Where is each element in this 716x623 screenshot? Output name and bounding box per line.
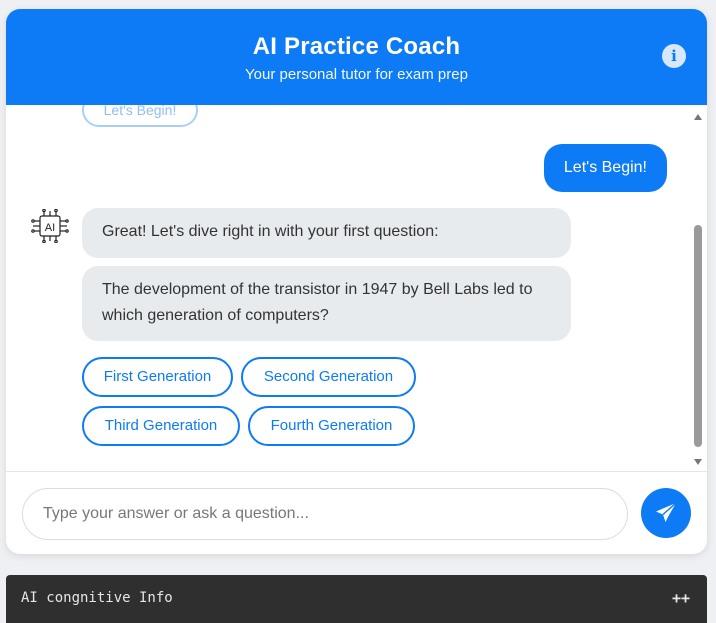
option-second-generation[interactable]: Second Generation — [241, 357, 416, 397]
cognitive-info-label: AI congnitive Info — [21, 590, 173, 606]
expand-toggle[interactable]: ++ — [672, 589, 690, 607]
previous-option-chip: Let's Begin! — [82, 105, 198, 127]
option-third-generation[interactable]: Third Generation — [82, 406, 240, 446]
option-fourth-generation[interactable]: Fourth Generation — [248, 406, 415, 446]
user-message: Let's Begin! — [543, 144, 667, 192]
ai-avatar-label: AI — [45, 222, 55, 234]
app-subtitle: Your personal tutor for exam prep — [245, 66, 468, 83]
composer-divider — [6, 471, 707, 472]
bot-message-question: The development of the transistor in 194… — [82, 266, 571, 341]
bot-message-intro: Great! Let's dive right in with your fir… — [82, 208, 571, 258]
cognitive-info-bar[interactable]: AI congnitive Info ++ — [6, 575, 707, 623]
ai-avatar-icon: AI — [31, 208, 69, 244]
message-list: Let's Begin! Let's Begin! AI Great! Let'… — [6, 105, 707, 471]
send-icon — [656, 502, 677, 522]
chat-window: AI Practice Coach Your personal tutor fo… — [6, 9, 707, 554]
scroll-up-icon[interactable] — [694, 114, 702, 120]
option-first-generation[interactable]: First Generation — [82, 357, 233, 397]
message-input[interactable]: Type your answer or ask a question... — [22, 488, 628, 540]
send-button[interactable] — [641, 488, 691, 538]
info-icon[interactable]: i — [662, 44, 686, 68]
app-title: AI Practice Coach — [252, 33, 461, 60]
chat-header: AI Practice Coach Your personal tutor fo… — [6, 9, 707, 105]
message-scrollbar[interactable] — [692, 109, 704, 469]
scroll-down-icon[interactable] — [694, 459, 702, 465]
scroll-thumb[interactable] — [694, 225, 702, 447]
